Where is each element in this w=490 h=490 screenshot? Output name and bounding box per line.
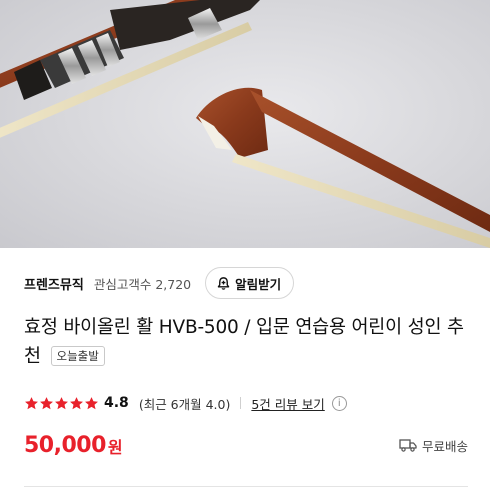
seller-name[interactable]: 프렌즈뮤직 <box>24 274 84 293</box>
alarm-button[interactable]: 알림받기 <box>205 267 295 299</box>
price-row: 50,000 원 무료배송 <box>24 428 468 462</box>
shipping-label: 무료배송 <box>421 438 468 454</box>
review-link[interactable]: 5건 리뷰 보기 <box>251 394 324 413</box>
followers-label: 관심고객수 <box>93 276 152 292</box>
divider-line <box>24 486 468 487</box>
price-amount: 50,000 <box>24 432 106 458</box>
star-icon <box>70 396 83 409</box>
star-icon <box>40 396 53 409</box>
rating-value: 4.8 <box>104 395 129 411</box>
seller-row: 프렌즈뮤직 관심고객수 2,720 알림받기 <box>24 266 474 300</box>
shipping-info: 무료배송 <box>399 436 468 455</box>
star-icon <box>85 396 98 409</box>
bell-plus-icon <box>217 276 230 290</box>
followers-number: 2,720 <box>155 276 192 292</box>
truck-icon <box>399 439 417 452</box>
price-currency: 원 <box>107 438 123 457</box>
star-icon <box>25 396 38 409</box>
violin-bow-image <box>0 0 490 248</box>
product-image[interactable] <box>0 0 490 248</box>
alarm-button-label: 알림받기 <box>235 277 282 292</box>
rating-detail: (최근 6개월 4.0) <box>138 396 231 412</box>
star-rating <box>24 396 99 411</box>
followers-count: 관심고객수 2,720 <box>94 274 191 293</box>
info-icon[interactable]: i <box>331 395 347 411</box>
star-icon <box>55 396 68 409</box>
rating-row: 4.8 (최근 6개월 4.0) 5건 리뷰 보기 i <box>24 391 347 415</box>
divider <box>240 397 242 409</box>
same-day-shipping-badge: 오늘출발 <box>50 346 105 366</box>
product-title: 효정 바이올린 활 HVB-500 / 입문 연습용 어린이 성인 추천 오늘출… <box>24 313 474 371</box>
